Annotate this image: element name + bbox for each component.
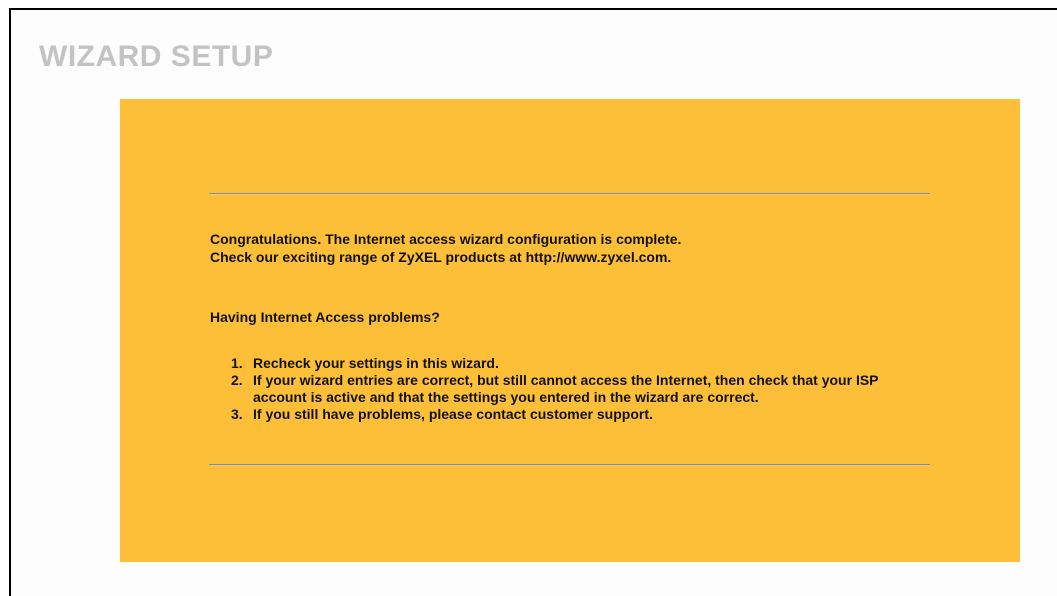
step-text: If you still have problems, please conta…	[253, 406, 653, 422]
troubleshooting-step: 1. Recheck your settings in this wizard.	[210, 355, 930, 372]
zyxel-products-message: Check our exciting range of ZyXEL produc…	[210, 249, 672, 265]
congratulations-message: Congratulations. The Internet access wiz…	[210, 231, 682, 247]
step-text: If your wizard entries are correct, but …	[253, 372, 879, 405]
step-text: Recheck your settings in this wizard.	[253, 355, 499, 371]
troubleshooting-step: 3. If you still have problems, please co…	[210, 406, 930, 423]
completion-panel: Congratulations. The Internet access wiz…	[120, 99, 1020, 562]
top-divider	[209, 193, 930, 195]
bottom-divider	[209, 464, 930, 466]
troubleshooting-steps: 1. Recheck your settings in this wizard.…	[210, 355, 930, 423]
step-number: 1.	[231, 355, 243, 371]
step-number: 2.	[231, 372, 243, 388]
wizard-window: WIZARD SETUP Congratulations. The Intern…	[9, 8, 1057, 596]
problems-heading: Having Internet Access problems?	[210, 309, 440, 325]
troubleshooting-step: 2. If your wizard entries are correct, b…	[210, 372, 930, 406]
page-title: WIZARD SETUP	[39, 40, 274, 73]
step-number: 3.	[231, 406, 243, 422]
